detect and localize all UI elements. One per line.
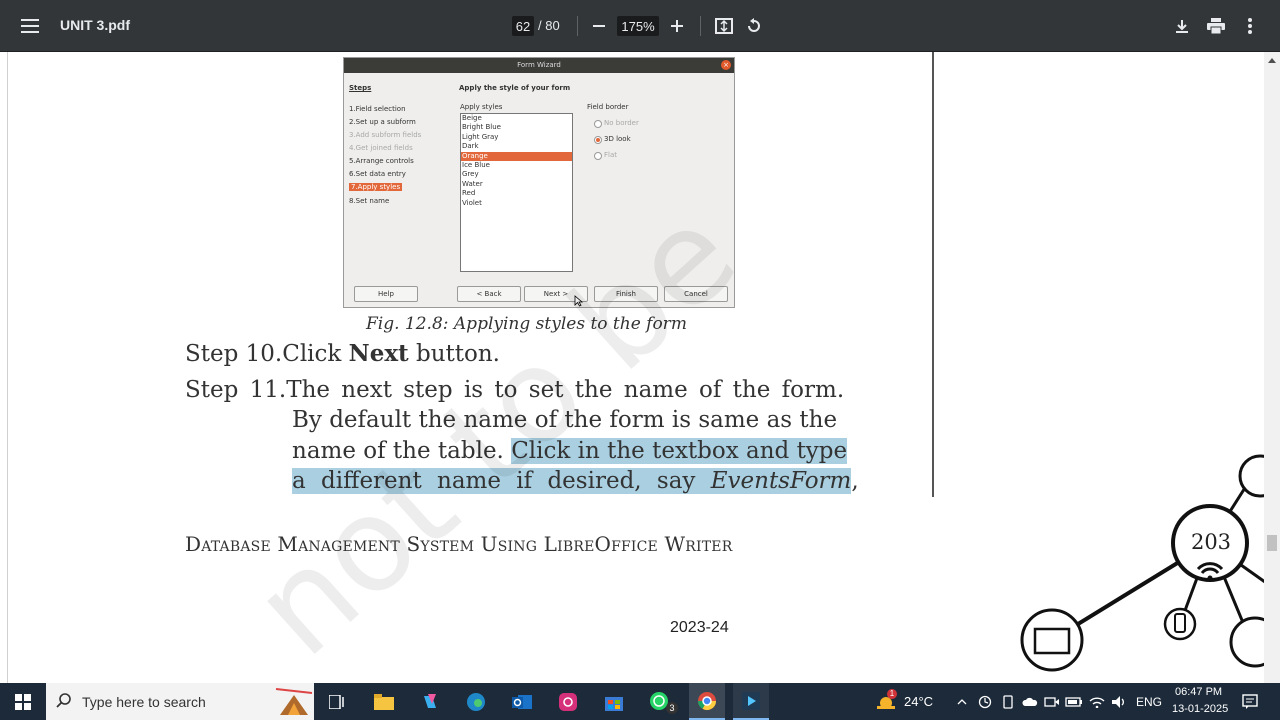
figure-style-item: Grey [462,170,479,179]
figure-step: 5.Arrange controls [349,157,414,165]
clock-date[interactable]: 13-01-2025 [1172,703,1228,715]
figure-radio-selected [594,136,602,144]
clock-time[interactable]: 06:47 PM [1175,686,1222,698]
figure-back-button: < Back [457,286,521,302]
page-edge [7,52,8,683]
figure-radio-label: 3D look [604,135,631,143]
figure-style-item: Bright Blue [462,123,501,132]
file-explorer-icon[interactable] [367,683,401,720]
campfire-icon [275,688,313,715]
figure-steps-header: Steps [349,84,372,92]
network-diagram-graphic [1020,454,1265,672]
temperature: 24°C [904,694,934,709]
outlook-icon[interactable] [505,683,539,720]
close-icon: × [721,60,731,70]
figure-step: 6.Set data entry [349,170,406,178]
step-10-prefix: Step 10.Click [185,341,349,367]
toolbar-divider [577,16,578,36]
figure-style-item: Violet [462,198,482,207]
figure-step: 3.Add subform fields [349,131,422,139]
onedrive-icon[interactable] [1020,683,1040,720]
figure-style-item: Dark [462,142,479,151]
page-number-input[interactable]: 62 [512,16,534,36]
figure-radio [594,120,602,128]
figure-style-item: Ice Blue [462,161,490,170]
figure-step: 4.Get joined fields [349,144,413,152]
figure-style-item-selected: Orange [461,151,572,162]
figure-styles-label: Apply styles [460,103,503,111]
search-placeholder: Type here to search [82,694,206,710]
tray-chevron-up-icon[interactable] [952,683,972,720]
pdf-toolbar: UNIT 3.pdf 62 / 80 175% [0,0,1280,52]
figure-style-item: Red [462,189,476,198]
sync-icon[interactable] [975,683,995,720]
figure-radio-label: No border [604,119,639,127]
figure-step: 2.Set up a subform [349,118,416,126]
task-view-icon[interactable] [320,683,354,720]
figure-style-item: Water [462,179,483,188]
windows-taskbar: Type here to search 3 1 24°C ENG 06:47 P… [0,683,1280,720]
edge-icon[interactable] [459,683,493,720]
copilot-icon[interactable] [413,683,447,720]
meet-icon[interactable] [1042,683,1062,720]
phone-link-icon[interactable] [998,683,1018,720]
figure-style-item: Beige [462,114,482,122]
figure-help-button: Help [354,286,418,302]
print-icon[interactable] [1198,8,1234,44]
scroll-up-icon[interactable] [1268,58,1276,63]
step-11-end: , [851,468,859,494]
pdf-viewer[interactable]: Form Wizard × Steps Apply the style of y… [0,52,1280,683]
volume-icon[interactable] [1109,683,1129,720]
taskbar-search-box[interactable]: Type here to search [46,683,314,720]
figure-window-title: Form Wizard [344,58,734,73]
language-indicator[interactable]: ENG [1136,695,1162,709]
notification-icon[interactable] [1238,683,1262,720]
download-icon[interactable] [1164,8,1200,44]
weather-icon[interactable]: 1 [872,683,900,720]
menu-icon[interactable] [12,8,48,44]
figure-step: 8.Set name [349,197,390,205]
network-badge-number: 203 [1190,530,1232,554]
figure-radio [594,152,602,160]
figure-border-label: Field border [587,103,629,111]
whatsapp-badge: 3 [666,702,678,714]
page-total: / 80 [538,18,560,33]
search-icon [56,693,71,708]
battery-icon[interactable] [1064,683,1084,720]
zoom-out-icon[interactable] [581,8,617,44]
media-app-icon[interactable] [733,683,769,720]
scrollbar-thumb[interactable] [1267,535,1277,551]
instagram-icon[interactable] [551,683,585,720]
whatsapp-icon[interactable]: 3 [643,683,678,720]
figure-style-list: Beige Bright Blue Light Gray Dark Orange… [460,113,573,272]
zoom-input[interactable]: 175% [617,16,659,36]
figure-heading: Apply the style of your form [459,84,571,92]
rotate-icon[interactable] [736,8,772,44]
microsoft-store-icon[interactable] [597,683,631,720]
page-margin-line [932,52,934,497]
toolbar-divider [700,16,701,36]
vertical-scrollbar[interactable] [1264,52,1280,683]
more-icon[interactable] [1232,8,1268,44]
page-year: 2023-24 [670,619,729,636]
chrome-icon[interactable] [689,683,725,720]
figure-radio-label: Flat [604,151,618,159]
step-10-bold: Next [348,340,409,367]
figure-style-item: Light Gray [462,132,499,141]
document-title: UNIT 3.pdf [60,17,130,33]
wifi-icon[interactable] [1087,683,1107,720]
windows-start-icon[interactable] [6,683,40,720]
zoom-in-icon[interactable] [659,8,695,44]
figure-step: 1.Field selection [349,105,406,113]
weather-badge: 1 [887,689,897,699]
step-10-text: Step 10.Click Next button. [185,340,500,367]
highlighted-italic: EventsForm [710,468,852,494]
figure-step-active: 7.Apply styles [349,183,403,191]
